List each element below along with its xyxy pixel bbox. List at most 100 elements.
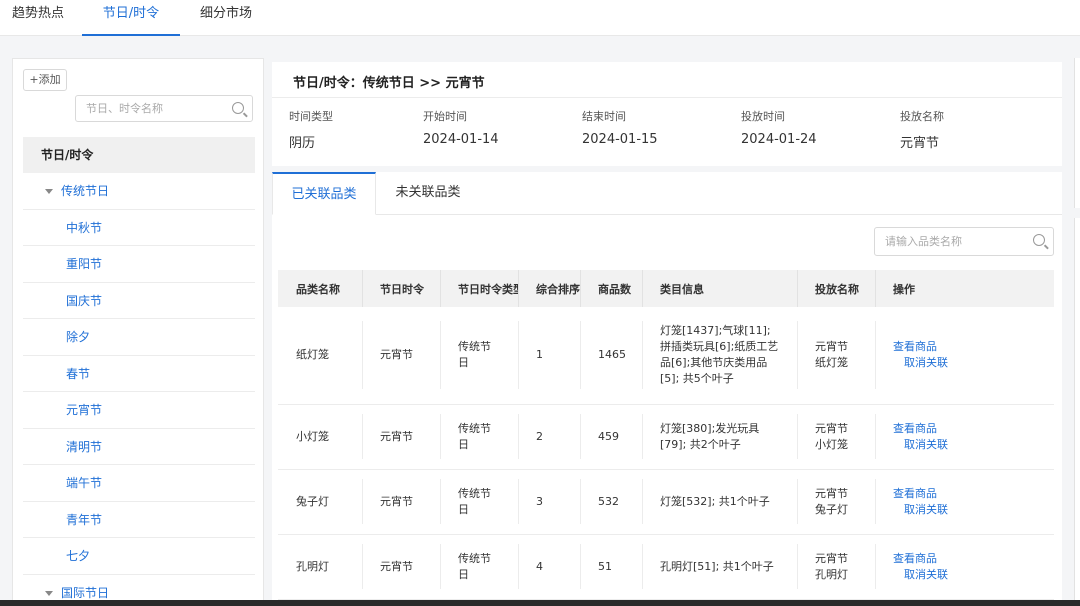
tab-trending[interactable]: 趋势热点 — [12, 0, 64, 36]
festival-search-box[interactable] — [75, 95, 253, 122]
unlink-link[interactable]: 取消关联 — [893, 437, 1054, 453]
tree-node-label: 传统节日 — [61, 184, 110, 198]
rank-cell: 2 — [518, 404, 580, 470]
category-search-box[interactable] — [874, 227, 1054, 256]
tree-node-dragon-boat[interactable]: 端午节 — [23, 465, 255, 502]
view-products-link[interactable]: 查看商品 — [893, 421, 1054, 437]
page-title: 节日/时令：传统节日 >> 元宵节 — [293, 76, 485, 91]
column-header: 商品数 — [580, 270, 642, 307]
table-row: 兔子灯 元宵节 传统节日 3 532 灯笼[532]; 共1个叶子 元宵节兔子灯… — [278, 469, 1054, 535]
category-name: 纸灯笼 — [278, 307, 362, 405]
festival-tree: 传统节日 中秋节 重阳节 国庆节 除夕 春节 元宵节 清明节 端午节 青年节 七… — [23, 173, 255, 605]
field-label: 投放时间 — [741, 110, 785, 123]
category-info-cell: 灯笼[380];发光玩具[79]; 共2个叶子 — [642, 404, 797, 470]
category-search-input[interactable] — [875, 228, 1025, 255]
field-value: 阴历 — [289, 136, 316, 151]
festival-type-cell: 传统节日 — [440, 534, 518, 600]
field-label: 结束时间 — [582, 110, 626, 123]
put-name-cell: 元宵节孔明灯 — [797, 534, 875, 600]
tree-node-national-day[interactable]: 国庆节 — [23, 283, 255, 319]
column-header: 品类名称 — [278, 270, 362, 307]
search-icon[interactable] — [232, 102, 244, 114]
type-text: 传统节日 — [458, 551, 491, 581]
put-name-cell: 元宵节兔子灯 — [797, 469, 875, 535]
action-cell: 查看商品 取消关联 — [875, 307, 1054, 405]
put-name-text: 元宵节小灯笼 — [815, 421, 848, 451]
right-edge-panel — [1074, 218, 1080, 606]
divider — [272, 97, 1062, 98]
field-label: 投放名称 — [900, 110, 944, 123]
column-header: 类目信息 — [642, 270, 797, 307]
bottom-bar — [0, 600, 1080, 606]
tree-node-label: 国际节日 — [61, 585, 110, 600]
festival-type-cell: 传统节日 — [440, 404, 518, 470]
field-value: 元宵节 — [900, 136, 940, 151]
action-cell: 查看商品 取消关联 — [875, 534, 1054, 600]
table-row: 孔明灯 元宵节 传统节日 4 51 孔明灯[51]; 共1个叶子 元宵节孔明灯 … — [278, 534, 1054, 600]
tree-node-qingming[interactable]: 清明节 — [23, 429, 255, 465]
festival-cell: 元宵节 — [362, 307, 440, 405]
category-table: 品类名称 节日时令 节日时令类型 综合排序 商品数 类目信息 投放名称 操作 纸… — [278, 270, 1054, 600]
festival-info-card: 节日/时令：传统节日 >> 元宵节 时间类型 阴历 开始时间 2024-01-1… — [272, 62, 1062, 166]
caret-down-icon[interactable] — [45, 590, 53, 596]
column-header: 节日时令 — [362, 270, 440, 307]
tree-node-new-years-eve[interactable]: 除夕 — [23, 319, 255, 356]
tree-node-qixi[interactable]: 七夕 — [23, 538, 255, 575]
search-icon[interactable] — [1033, 234, 1045, 246]
festival-cell: 元宵节 — [362, 534, 440, 600]
category-info-cell: 灯笼[532]; 共1个叶子 — [642, 469, 797, 535]
info-start-time: 开始时间 2024-01-14 — [423, 108, 499, 147]
field-value: 2024-01-15 — [582, 132, 658, 147]
column-header: 综合排序 — [518, 270, 580, 307]
rank-cell: 4 — [518, 534, 580, 600]
action-cell: 查看商品 取消关联 — [875, 404, 1054, 470]
tree-header: 节日/时令 — [23, 137, 255, 173]
info-put-time: 投放时间 2024-01-24 — [741, 108, 817, 147]
tab-linked-categories[interactable]: 已关联品类 — [272, 172, 376, 215]
tab-festival[interactable]: 节日/时令 — [82, 0, 180, 36]
field-label: 时间类型 — [289, 110, 333, 123]
count-cell: 532 — [580, 469, 642, 535]
festival-cell: 元宵节 — [362, 469, 440, 535]
tab-segment-market[interactable]: 细分市场 — [200, 0, 252, 36]
category-name: 孔明灯 — [278, 534, 362, 600]
tree-node-traditional[interactable]: 传统节日 — [23, 173, 255, 210]
column-header: 节日时令类型 — [440, 270, 518, 307]
unlink-link[interactable]: 取消关联 — [893, 567, 1054, 583]
tree-node-youth-day[interactable]: 青年节 — [23, 502, 255, 538]
unlink-link[interactable]: 取消关联 — [893, 355, 1054, 371]
festival-search-input[interactable] — [76, 96, 226, 121]
type-text: 传统节日 — [458, 340, 491, 370]
festival-type-cell: 传统节日 — [440, 307, 518, 405]
tab-unlinked-categories[interactable]: 未关联品类 — [376, 172, 480, 215]
festival-type-cell: 传统节日 — [440, 469, 518, 535]
count-cell: 1465 — [580, 307, 642, 405]
category-info-cell: 孔明灯[51]; 共1个叶子 — [642, 534, 797, 600]
add-button[interactable]: +添加 — [23, 69, 67, 91]
put-name-cell: 元宵节小灯笼 — [797, 404, 875, 470]
column-header: 操作 — [875, 270, 1054, 307]
category-card: 已关联品类 未关联品类 品类名称 节日时令 节日时令类型 综合排序 商品数 类目… — [272, 172, 1062, 606]
put-name-cell: 元宵节纸灯笼 — [797, 307, 875, 405]
put-name-text: 元宵节兔子灯 — [815, 486, 848, 516]
unlink-link[interactable]: 取消关联 — [893, 502, 1054, 518]
column-header: 投放名称 — [797, 270, 875, 307]
put-name-text: 元宵节孔明灯 — [815, 551, 848, 581]
tree-node-double-ninth[interactable]: 重阳节 — [23, 246, 255, 283]
action-cell: 查看商品 取消关联 — [875, 469, 1054, 535]
tree-node-lantern-festival[interactable]: 元宵节 — [23, 392, 255, 429]
field-value: 2024-01-14 — [423, 132, 499, 147]
table-header-row: 品类名称 节日时令 节日时令类型 综合排序 商品数 类目信息 投放名称 操作 — [278, 270, 1054, 307]
view-products-link[interactable]: 查看商品 — [893, 551, 1054, 567]
tree-node-spring-festival[interactable]: 春节 — [23, 356, 255, 392]
view-products-link[interactable]: 查看商品 — [893, 339, 1054, 355]
right-edge-panel — [1074, 58, 1080, 208]
tree-node-mid-autumn[interactable]: 中秋节 — [23, 210, 255, 246]
caret-down-icon[interactable] — [45, 189, 53, 194]
rank-cell: 1 — [518, 307, 580, 405]
category-name: 兔子灯 — [278, 469, 362, 535]
view-products-link[interactable]: 查看商品 — [893, 486, 1054, 502]
type-text: 传统节日 — [458, 421, 491, 451]
put-name-text: 元宵节纸灯笼 — [815, 340, 848, 370]
rank-cell: 3 — [518, 469, 580, 535]
